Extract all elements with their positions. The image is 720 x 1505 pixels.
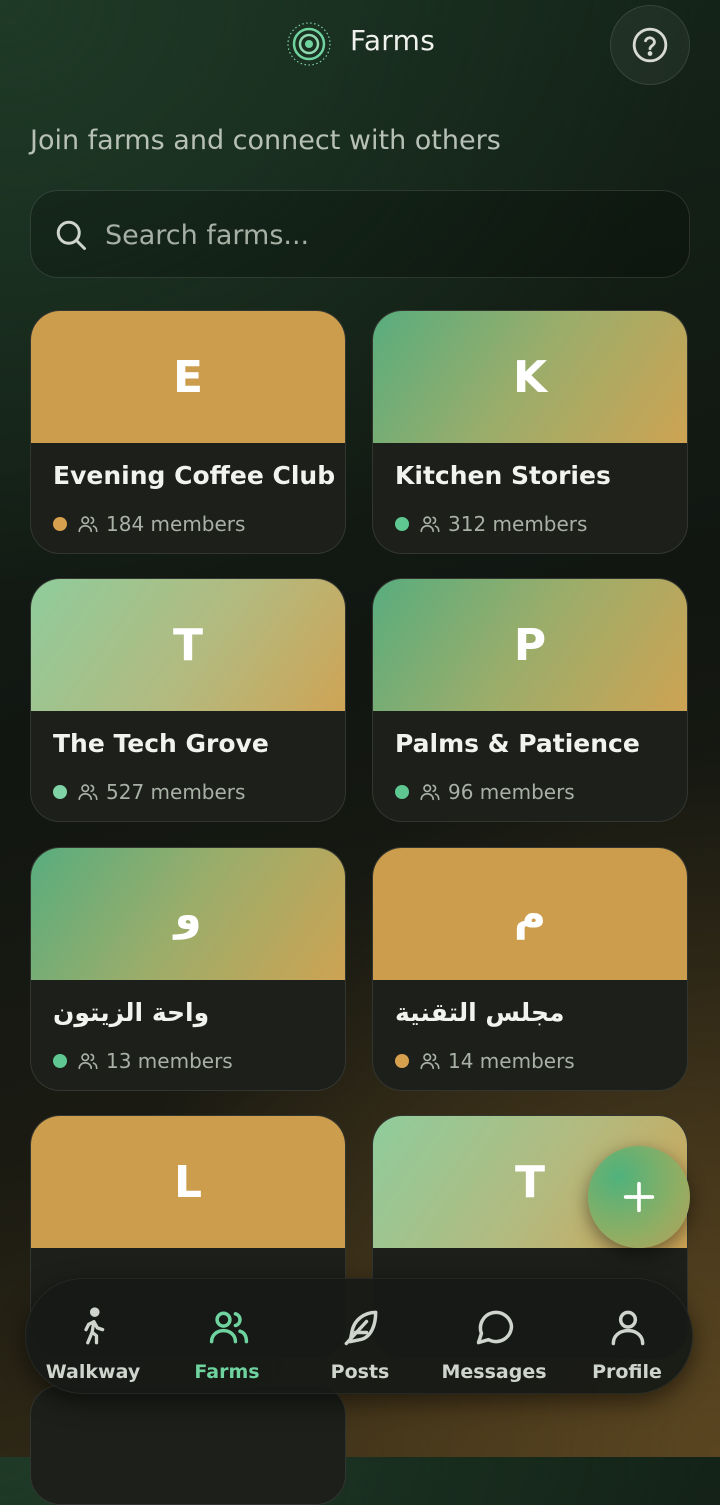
nav-item-walkway[interactable]: Walkway [28,1279,158,1395]
farm-banner: L [31,1116,345,1248]
farm-meta: 312 members [395,511,587,537]
bottom-nav: Walkway Farms Posts Messages Profile [25,1278,693,1394]
farm-name: مجلس التقنية [395,998,565,1027]
farm-meta: 527 members [53,779,245,805]
farm-card[interactable]: T The Tech Grove 527 members [30,578,346,822]
app-header: Farms [0,0,720,90]
farm-initial: T [172,619,203,671]
farm-meta: 14 members [395,1048,575,1074]
chat-bubble-icon [476,1310,514,1345]
nav-item-messages[interactable]: Messages [429,1279,559,1395]
search-icon [56,220,86,250]
member-count: 527 members [106,780,246,804]
farm-card[interactable]: P Palms & Patience 96 members [372,578,688,822]
farm-initial: T [514,1156,545,1208]
farm-meta: 184 members [53,511,245,537]
users-icon [420,1053,440,1070]
nav-label: Profile [592,1361,662,1383]
farm-card[interactable] [30,1385,346,1505]
nav-item-profile[interactable]: Profile [562,1279,692,1395]
search-input[interactable] [103,191,667,279]
farm-initial: K [512,351,548,403]
users-icon [78,516,98,533]
status-dot [53,517,67,531]
member-count: 96 members [448,780,575,804]
farm-banner: P [373,579,687,711]
farm-name: Palms & Patience [395,729,640,758]
farm-banner: و [31,848,345,980]
status-dot [395,517,409,531]
farm-initial: P [513,619,547,671]
feather-icon [344,1310,378,1346]
farm-card[interactable]: م مجلس التقنية 14 members [372,847,688,1091]
nav-label: Posts [330,1361,390,1383]
farm-meta: 96 members [395,779,575,805]
farm-name: واحة الزيتون [53,998,210,1027]
page-subtitle: Join farms and connect with others [30,125,501,156]
search-bar[interactable] [30,190,690,279]
users-icon [78,1053,98,1070]
farm-banner: E [31,311,345,443]
status-dot [53,1054,67,1068]
users-icon [420,516,440,533]
question-circle-icon [632,27,668,63]
farm-banner: K [373,311,687,443]
farm-name: Kitchen Stories [395,461,611,490]
nav-item-posts[interactable]: Posts [295,1279,425,1395]
nav-item-farms[interactable]: Farms [162,1279,292,1395]
farm-name: The Tech Grove [53,729,269,758]
farm-initial: E [172,351,204,403]
farm-name: Evening Coffee Club [53,461,336,490]
status-dot [395,1054,409,1068]
member-count: 312 members [448,512,588,536]
users-icon [78,784,98,801]
status-dot [395,785,409,799]
nav-label: Walkway [45,1361,141,1383]
member-count: 13 members [106,1049,233,1073]
farm-card[interactable]: K Kitchen Stories 312 members [372,310,688,554]
user-icon [611,1310,645,1346]
farm-card[interactable]: E Evening Coffee Club 184 members [30,310,346,554]
farm-initial: و [174,888,202,940]
status-dot [53,785,67,799]
farm-banner: T [31,579,345,711]
nav-label: Farms [194,1361,260,1383]
nav-label: Messages [441,1361,547,1383]
users-icon [209,1311,249,1344]
help-button[interactable] [610,5,690,85]
page-title: Farms [350,24,436,57]
farm-card[interactable]: و واحة الزيتون 13 members [30,847,346,1091]
farm-initial: L [173,1156,203,1208]
plus-icon [623,1181,655,1213]
farm-banner: م [373,848,687,980]
create-farm-button[interactable] [588,1146,690,1248]
farm-initial: م [513,888,547,940]
member-count: 184 members [106,512,246,536]
member-count: 14 members [448,1049,575,1073]
radar-logo-icon [287,22,331,66]
farm-meta: 13 members [53,1048,233,1074]
walking-person-icon [84,1307,105,1345]
users-icon [420,784,440,801]
